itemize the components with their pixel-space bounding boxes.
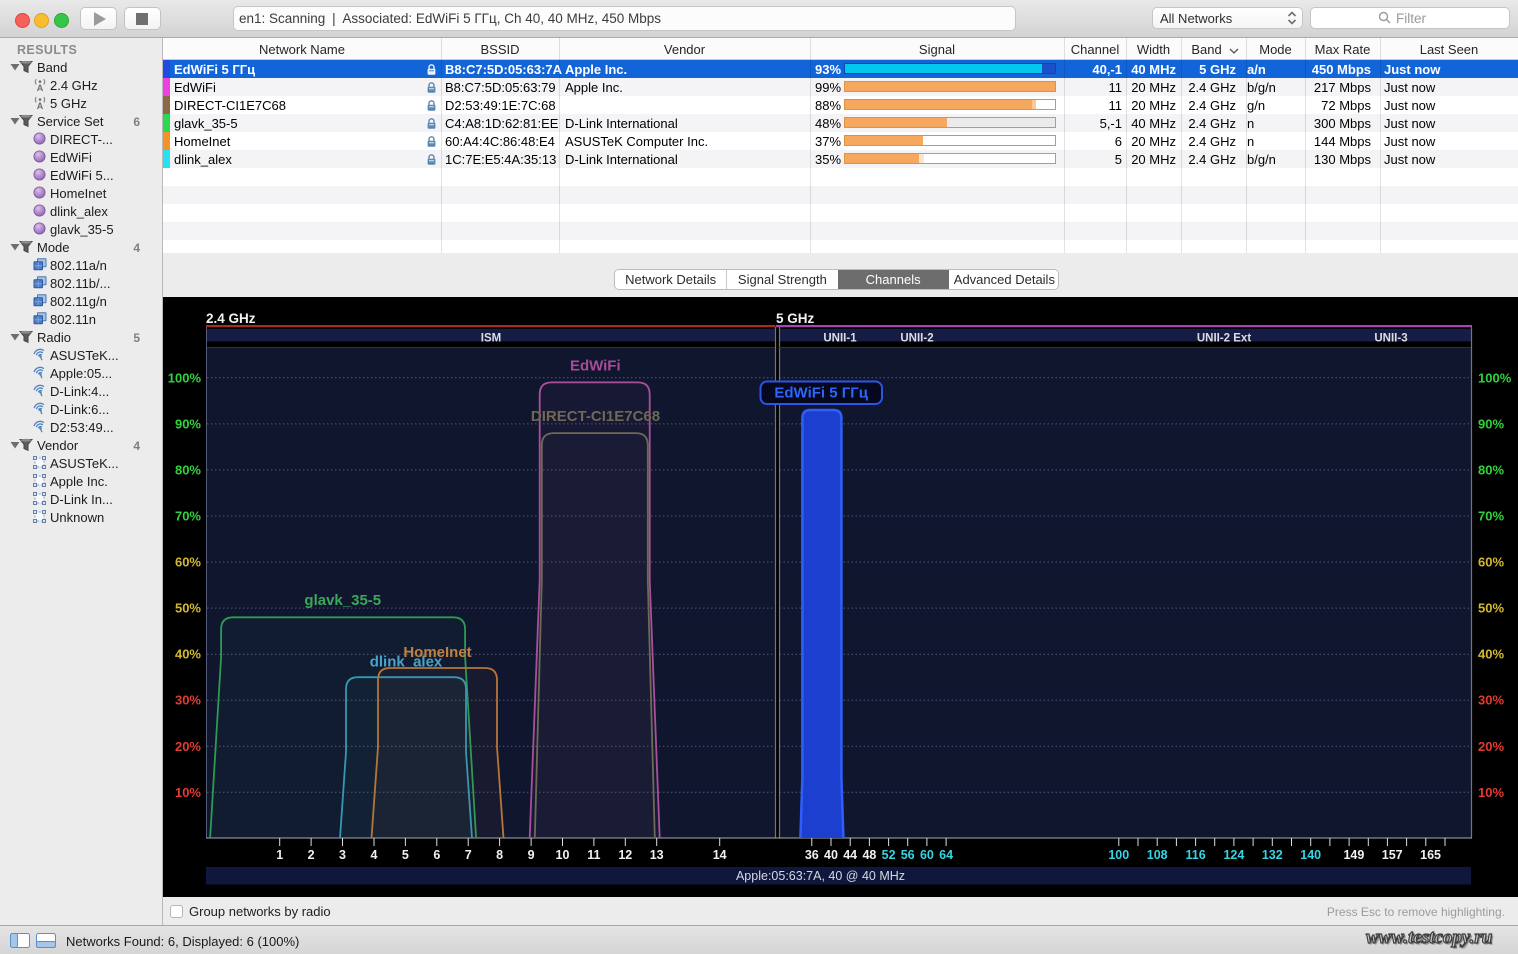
svg-text:10%: 10%	[175, 785, 201, 800]
svg-text:52: 52	[882, 848, 896, 862]
svg-text:157: 157	[1382, 848, 1403, 862]
svg-text:40: 40	[824, 848, 838, 862]
svg-text:10%: 10%	[1478, 785, 1504, 800]
svg-text:80%: 80%	[175, 462, 201, 477]
svg-text:165: 165	[1420, 848, 1441, 862]
svg-text:13: 13	[650, 848, 664, 862]
svg-text:60: 60	[920, 848, 934, 862]
svg-text:70%: 70%	[1478, 509, 1504, 524]
svg-text:10: 10	[556, 848, 570, 862]
svg-text:132: 132	[1262, 848, 1283, 862]
svg-text:glavk_35-5: glavk_35-5	[304, 592, 381, 609]
svg-text:A: A	[37, 101, 44, 110]
svg-text:ISM: ISM	[481, 333, 501, 345]
svg-text:116: 116	[1186, 848, 1206, 862]
svg-text:30%: 30%	[175, 693, 201, 708]
svg-text:50%: 50%	[175, 601, 201, 616]
svg-text:149: 149	[1343, 848, 1364, 862]
svg-text:6: 6	[433, 848, 440, 862]
svg-text:8: 8	[496, 848, 503, 862]
svg-text:1: 1	[276, 848, 283, 862]
svg-text:100%: 100%	[1478, 370, 1512, 385]
svg-text:5 GHz: 5 GHz	[776, 311, 815, 326]
svg-text:124: 124	[1223, 848, 1244, 862]
svg-text:9: 9	[528, 848, 535, 862]
svg-text:DIRECT-CI1E7C68: DIRECT-CI1E7C68	[531, 408, 660, 425]
svg-text:14: 14	[713, 848, 727, 862]
svg-text:HomeInet: HomeInet	[403, 644, 471, 661]
svg-text:44: 44	[843, 848, 857, 862]
svg-text:60%: 60%	[1478, 555, 1504, 570]
svg-text:56: 56	[901, 848, 915, 862]
svg-text:EdWiFi: EdWiFi	[570, 358, 621, 375]
svg-text:UNII-1: UNII-1	[823, 333, 857, 345]
svg-text:36: 36	[805, 848, 819, 862]
svg-text:100: 100	[1108, 848, 1129, 862]
svg-text:12: 12	[618, 848, 632, 862]
svg-text:3: 3	[339, 848, 346, 862]
svg-text:5: 5	[402, 848, 409, 862]
svg-text:Apple:05:63:7A, 40 @ 40 MHz: Apple:05:63:7A, 40 @ 40 MHz	[736, 869, 905, 883]
svg-text:2: 2	[308, 848, 315, 862]
svg-text:100%: 100%	[168, 370, 202, 385]
svg-text:EdWiFi 5 ГГц: EdWiFi 5 ГГц	[774, 385, 868, 402]
svg-text:UNII-2 Ext: UNII-2 Ext	[1197, 333, 1251, 345]
svg-text:4: 4	[371, 848, 378, 862]
svg-text:40%: 40%	[175, 647, 201, 662]
svg-text:7: 7	[465, 848, 472, 862]
svg-text:11: 11	[587, 848, 600, 862]
svg-text:20%: 20%	[1478, 739, 1504, 754]
svg-text:50%: 50%	[1478, 601, 1504, 616]
svg-text:30%: 30%	[1478, 693, 1504, 708]
svg-text:UNII-3: UNII-3	[1374, 333, 1407, 345]
svg-text:2.4 GHz: 2.4 GHz	[206, 311, 256, 326]
svg-text:70%: 70%	[175, 509, 201, 524]
svg-text:140: 140	[1300, 848, 1321, 862]
svg-text:A: A	[37, 83, 44, 92]
svg-text:20%: 20%	[175, 739, 201, 754]
svg-text:60%: 60%	[175, 555, 201, 570]
svg-text:90%: 90%	[1478, 416, 1504, 431]
svg-text:64: 64	[939, 848, 953, 862]
svg-text:40%: 40%	[1478, 647, 1504, 662]
svg-text:80%: 80%	[1478, 462, 1504, 477]
svg-text:108: 108	[1147, 848, 1168, 862]
svg-text:UNII-2: UNII-2	[900, 333, 933, 345]
svg-text:48: 48	[862, 848, 876, 862]
svg-text:90%: 90%	[175, 416, 201, 431]
